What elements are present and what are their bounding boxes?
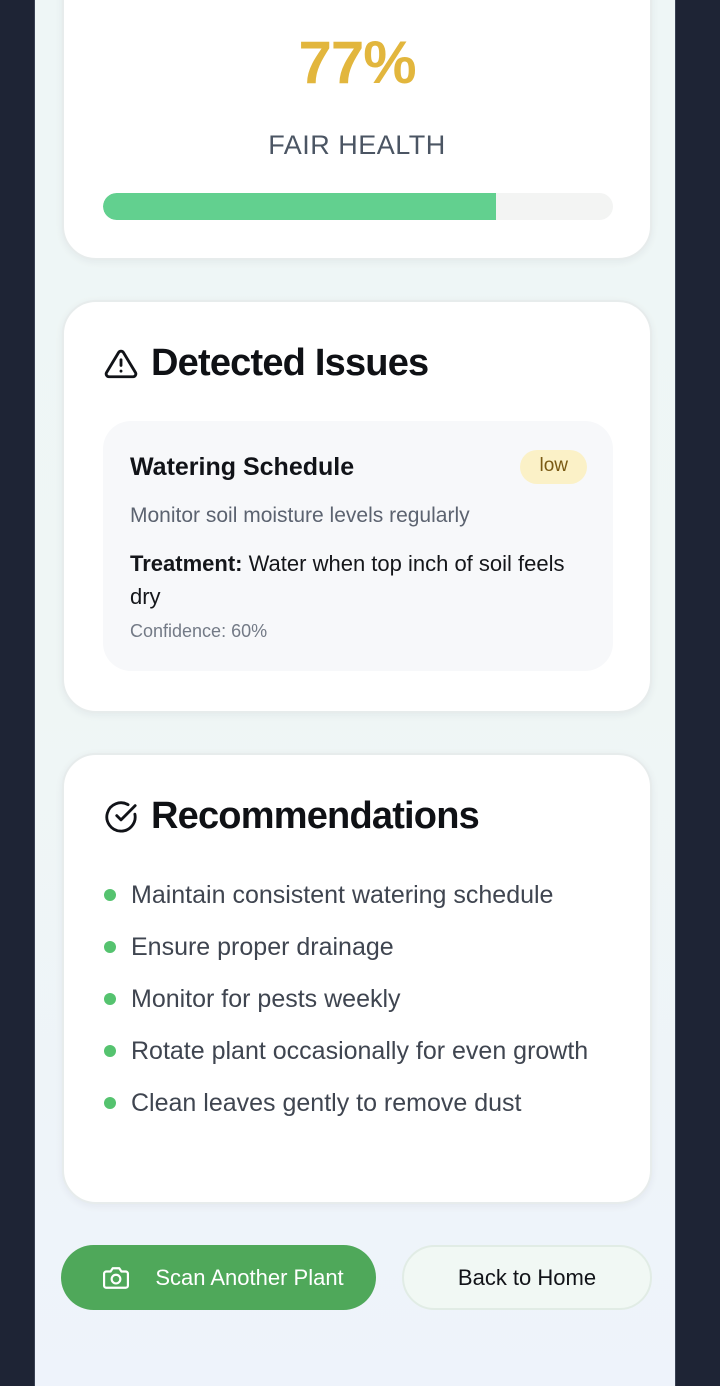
recommendation-text: Clean leaves gently to remove dust <box>131 1089 522 1117</box>
health-progress-fill <box>103 193 496 220</box>
recommendations-card: Recommendations Maintain consistent wate… <box>62 753 652 1204</box>
recommendation-text: Maintain consistent watering schedule <box>131 881 554 909</box>
severity-badge: low <box>520 450 587 484</box>
bullet-dot <box>104 1045 116 1057</box>
back-to-home-button[interactable]: Back to Home <box>402 1245 652 1310</box>
recommendation-text: Ensure proper drainage <box>131 933 394 961</box>
issues-header: Detected Issues <box>104 342 429 385</box>
health-progress-bar <box>103 193 613 220</box>
list-item: Ensure proper drainage <box>104 927 614 967</box>
issue-confidence: Confidence: 60% <box>130 621 268 641</box>
home-button-label: Back to Home <box>457 1264 597 1290</box>
issue-description: Monitor soil moisture levels regularly <box>130 504 470 527</box>
health-percent: 77% <box>298 29 416 96</box>
bullet-dot <box>104 993 116 1005</box>
health-status-label: FAIR HEALTH <box>268 130 446 160</box>
scan-another-plant-button[interactable]: Scan Another Plant <box>61 1245 376 1310</box>
health-score-card: 77% FAIR HEALTH <box>62 0 652 260</box>
treatment-label: Treatment: <box>130 551 243 576</box>
list-item: Maintain consistent watering schedule <box>104 875 614 915</box>
detected-issues-card: Detected Issues Watering Schedule low Mo… <box>62 300 652 713</box>
recommendation-text: Monitor for pests weekly <box>131 985 401 1013</box>
recommendations-list: Maintain consistent watering schedule En… <box>104 875 614 1135</box>
issue-treatment: Treatment: Water when top inch of soil f… <box>130 547 580 613</box>
list-item: Clean leaves gently to remove dust <box>104 1083 614 1123</box>
check-circle-icon <box>105 800 137 833</box>
bullet-dot <box>104 1097 116 1109</box>
camera-icon <box>103 1266 130 1289</box>
issues-title: Detected Issues <box>151 342 429 384</box>
recommendations-title: Recommendations <box>151 795 480 837</box>
warning-triangle-icon <box>104 349 138 378</box>
list-item: Rotate plant occasionally for even growt… <box>104 1031 614 1071</box>
bullet-dot <box>104 941 116 953</box>
list-item: Monitor for pests weekly <box>104 979 614 1019</box>
recommendation-text: Rotate plant occasionally for even growt… <box>131 1037 589 1065</box>
recommendations-header: Recommendations <box>104 795 480 838</box>
bullet-dot <box>104 889 116 901</box>
issue-item: Watering Schedule low Monitor soil moist… <box>103 421 613 671</box>
issue-name: Watering Schedule <box>130 453 355 481</box>
scan-button-label: Scan Another Plant <box>155 1264 344 1290</box>
